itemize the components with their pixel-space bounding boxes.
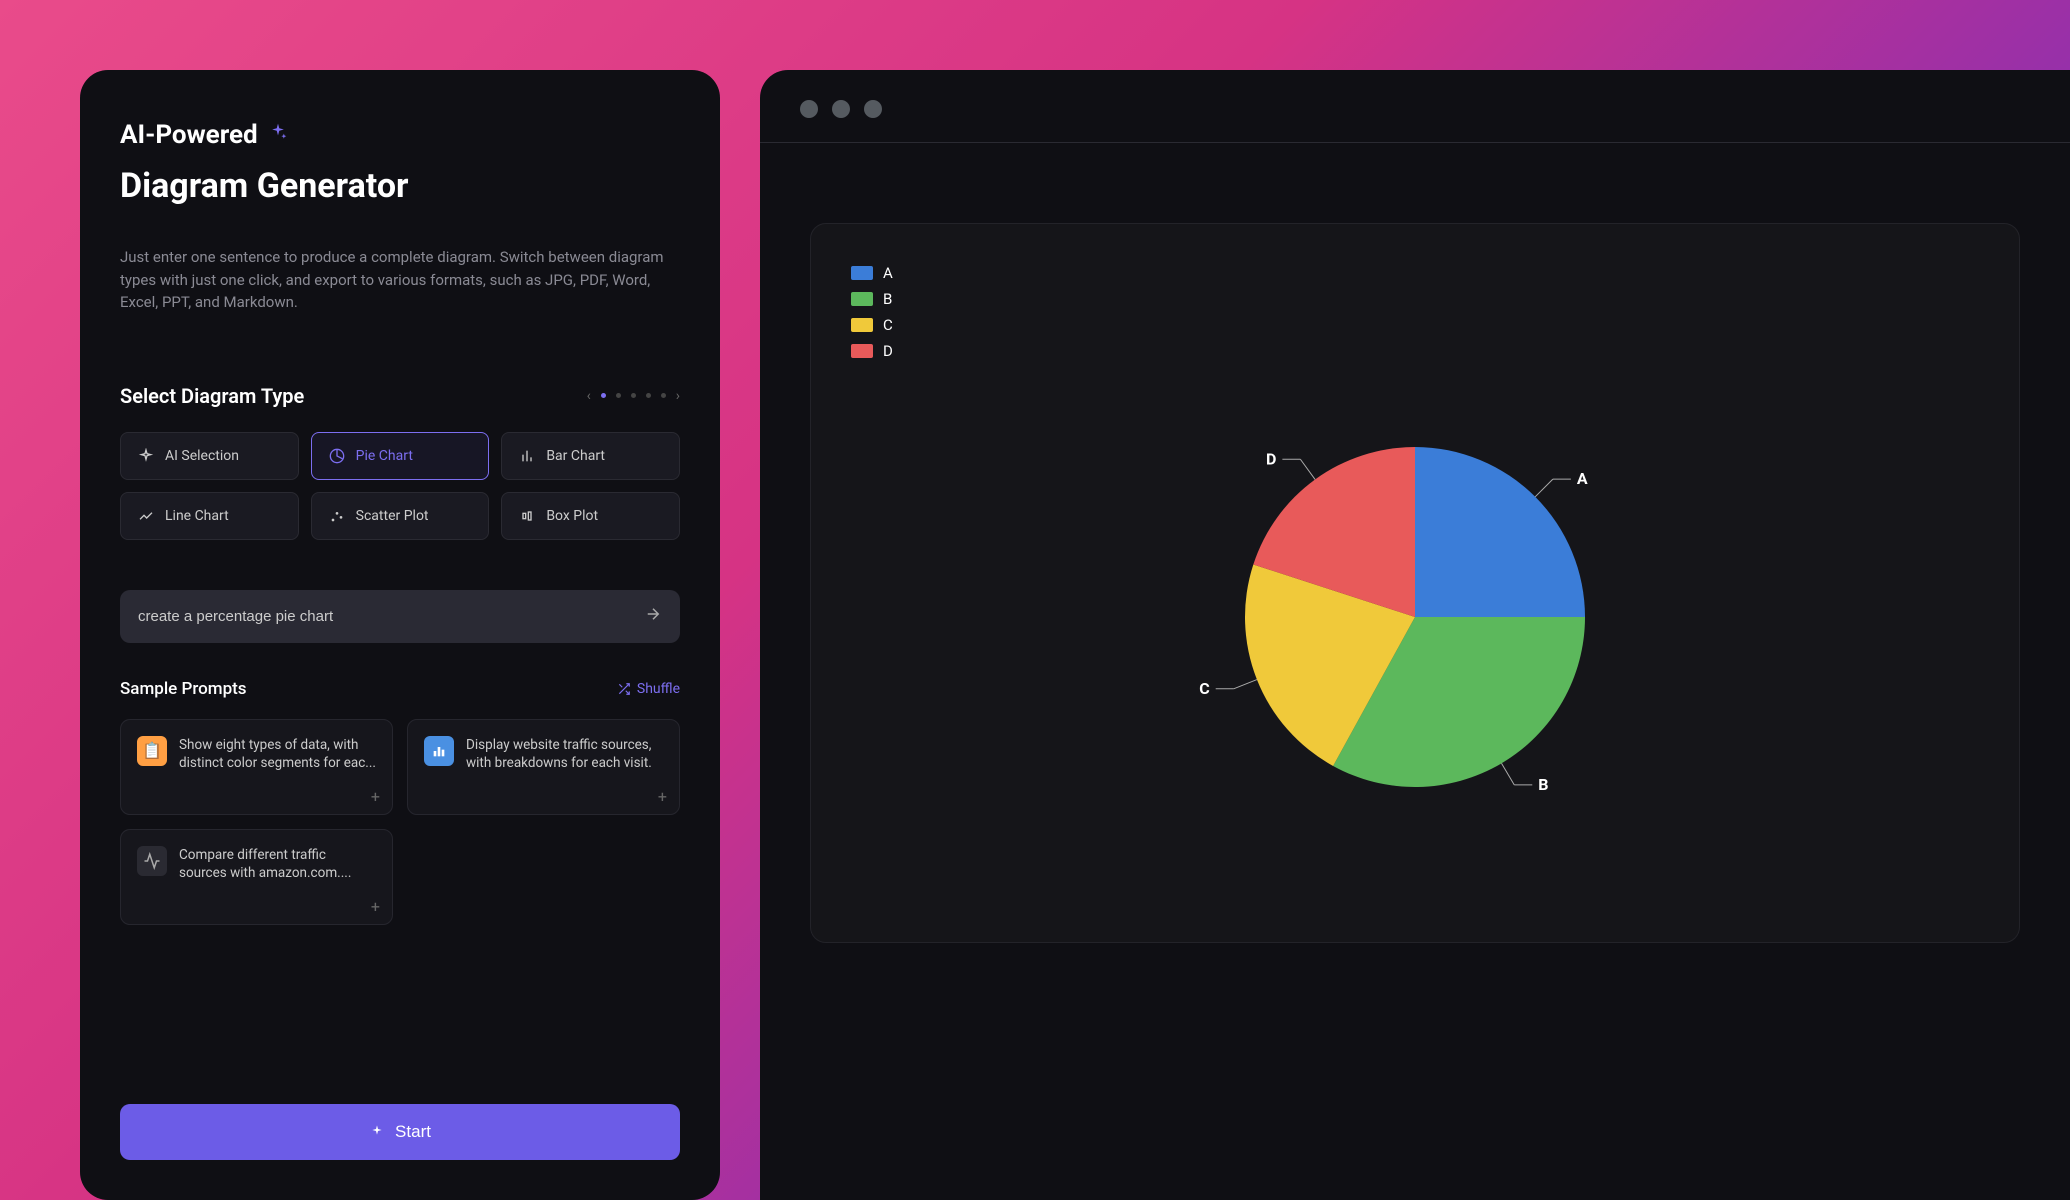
legend-label: A [883,264,893,282]
type-bar-chart[interactable]: Bar Chart [501,432,680,480]
legend-label: D [883,342,893,360]
sample-prompts-title: Sample Prompts [120,679,247,699]
type-pie-chart[interactable]: Pie Chart [311,432,490,480]
type-label: Box Plot [546,508,598,524]
prompt-text: Show eight types of data, with distinct … [179,736,376,798]
slice-label: C [1199,679,1209,698]
type-label: Pie Chart [356,448,413,464]
select-type-header: Select Diagram Type ‹ › [120,384,680,408]
legend-swatch [851,292,873,306]
checklist-icon: 📋 [137,736,167,766]
slice-label: D [1266,449,1276,468]
pie-slice[interactable] [1415,447,1585,617]
type-line-chart[interactable]: Line Chart [120,492,299,540]
type-box-plot[interactable]: Box Plot [501,492,680,540]
type-label: Scatter Plot [356,508,429,524]
slice-label: B [1538,775,1548,794]
select-type-title: Select Diagram Type [120,384,304,408]
bar-chart-icon [518,447,536,465]
sparkle-icon [268,122,288,148]
legend-item[interactable]: A [851,264,1979,282]
prompt-input[interactable] [120,590,680,643]
leader-line [1300,459,1315,479]
page-dot[interactable] [601,393,606,398]
generator-panel: AI-Powered Diagram Generator Just enter … [80,70,720,1200]
page-dot[interactable] [631,393,636,398]
window-control-dot[interactable] [800,100,818,118]
leader-line [1502,763,1515,785]
chart-legend: ABCD [851,264,1979,360]
prompt-text: Display website traffic sources, with br… [466,736,663,798]
legend-label: B [883,290,892,308]
prompt-text: Compare different traffic sources with a… [179,846,376,908]
page-dot[interactable] [616,393,621,398]
add-prompt-icon[interactable]: + [658,787,667,806]
diagram-type-grid: AI Selection Pie Chart Bar Chart Line Ch… [120,432,680,540]
sample-prompt-card[interactable]: Display website traffic sources, with br… [407,719,680,815]
shuffle-button[interactable]: Shuffle [617,681,680,697]
type-scatter-plot[interactable]: Scatter Plot [311,492,490,540]
sample-prompt-card[interactable]: 📋 Show eight types of data, with distinc… [120,719,393,815]
page-dot[interactable] [661,393,666,398]
ai-powered-label: AI-Powered [120,120,258,150]
chart-icon [424,736,454,766]
type-label: AI Selection [165,448,239,464]
prev-arrow-icon[interactable]: ‹ [587,388,591,404]
add-prompt-icon[interactable]: + [371,897,380,916]
shuffle-icon [617,682,631,696]
sparkle-icon [369,1124,385,1140]
legend-swatch [851,344,873,358]
leader-line [1535,479,1553,497]
prompt-input-wrapper [120,590,680,643]
submit-arrow-icon[interactable] [644,605,662,627]
leader-line [1234,679,1257,688]
scatter-plot-icon [328,507,346,525]
page-dot[interactable] [646,393,651,398]
page-title: Diagram Generator [120,166,680,206]
type-label: Bar Chart [546,448,605,464]
pie-chart: A B C D [1145,397,1685,841]
type-ai-selection[interactable]: AI Selection [120,432,299,480]
line-chart-icon [137,507,155,525]
chart-container: ABCD ABCD [810,223,2020,943]
pie-chart-icon [328,447,346,465]
pagination-dots: ‹ › [587,388,680,404]
pulse-icon [137,846,167,876]
sample-prompts-grid: 📋 Show eight types of data, with distinc… [120,719,680,925]
sparkle-icon [137,447,155,465]
add-prompt-icon[interactable]: + [371,787,380,806]
start-label: Start [395,1122,431,1142]
ai-powered-badge: AI-Powered [120,120,680,150]
description-text: Just enter one sentence to produce a com… [120,246,680,314]
legend-item[interactable]: C [851,316,1979,334]
start-button[interactable]: Start [120,1104,680,1160]
browser-chrome [760,70,2070,143]
legend-swatch [851,318,873,332]
sample-prompts-header: Sample Prompts Shuffle [120,679,680,699]
sample-prompt-card[interactable]: Compare different traffic sources with a… [120,829,393,925]
window-control-dot[interactable] [864,100,882,118]
type-label: Line Chart [165,508,229,524]
legend-label: C [883,316,893,334]
legend-item[interactable]: D [851,342,1979,360]
box-plot-icon [518,507,536,525]
slice-label: A [1577,469,1588,488]
legend-item[interactable]: B [851,290,1979,308]
window-control-dot[interactable] [832,100,850,118]
shuffle-label: Shuffle [637,681,680,697]
next-arrow-icon[interactable]: › [676,388,680,404]
preview-panel: ABCD ABCD [760,70,2070,1200]
legend-swatch [851,266,873,280]
